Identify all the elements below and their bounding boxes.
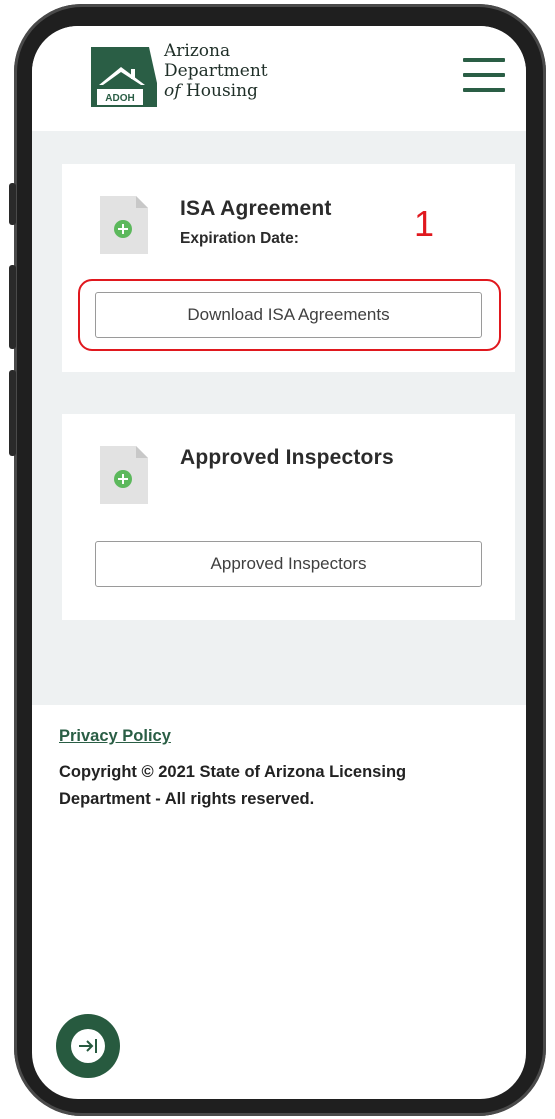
document-add-icon: [100, 196, 148, 254]
logo-line-2: Department: [164, 61, 268, 81]
logo-line-3-italic: of: [164, 81, 181, 101]
approved-inspectors-button[interactable]: Approved Inspectors: [95, 541, 482, 587]
phone-volume-down-button: [9, 370, 16, 456]
expiration-date-label: Expiration Date:: [180, 230, 299, 247]
card-title: ISA Agreement: [180, 197, 332, 220]
hamburger-menu-icon[interactable]: [463, 58, 505, 92]
copyright-text: Copyright © 2021 State of Arizona Licens…: [59, 763, 407, 808]
phone-screen: ADOH Arizona Department of Housing ISA A…: [32, 26, 526, 1099]
phone-volume-up-button: [9, 265, 16, 349]
expand-panel-button[interactable]: [56, 1014, 120, 1078]
phone-side-button: [9, 183, 16, 225]
expand-panel-icon: [71, 1029, 105, 1063]
card-title: Approved Inspectors: [180, 446, 394, 469]
logo-badge-text: ADOH: [105, 93, 134, 104]
app-header: ADOH Arizona Department of Housing: [32, 26, 526, 131]
annotation-step-number: 1: [414, 203, 435, 244]
logo-wordmark: Arizona Department of Housing: [164, 41, 268, 101]
hamburger-bar: [463, 88, 505, 92]
logo-line-3: of Housing: [164, 81, 268, 101]
hamburger-bar: [463, 58, 505, 62]
logo-line-1: Arizona: [164, 41, 231, 61]
hamburger-bar: [463, 73, 505, 77]
logo-line-3-rest: Housing: [180, 81, 258, 101]
privacy-policy-link[interactable]: Privacy Policy: [59, 727, 171, 746]
document-add-icon: [100, 446, 148, 504]
approved-inspectors-card: Approved Inspectors Approved Inspectors: [62, 414, 515, 620]
adoh-logo-icon[interactable]: ADOH: [89, 45, 159, 117]
annotation-highlight-box: [78, 279, 501, 351]
